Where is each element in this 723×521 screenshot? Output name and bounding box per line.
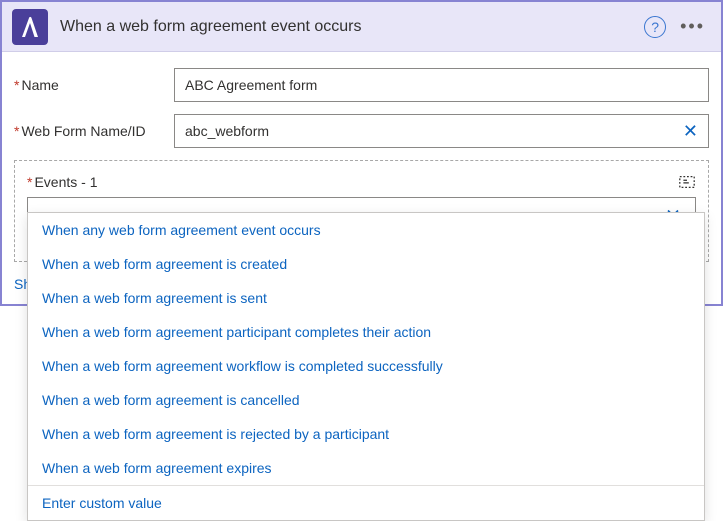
more-menu-icon[interactable]: ••• bbox=[680, 16, 705, 37]
event-option[interactable]: When any web form agreement event occurs bbox=[28, 213, 704, 247]
name-input[interactable]: ABC Agreement form bbox=[174, 68, 709, 102]
clear-icon[interactable]: ✕ bbox=[683, 121, 698, 142]
events-header: *Events - 1 bbox=[27, 173, 696, 191]
event-custom-value[interactable]: Enter custom value bbox=[28, 486, 704, 520]
event-option[interactable]: When a web form agreement is sent bbox=[28, 281, 704, 315]
help-icon[interactable]: ? bbox=[644, 16, 666, 38]
webform-field-row: *Web Form Name/ID abc_webform ✕ bbox=[14, 114, 709, 148]
name-input-value: ABC Agreement form bbox=[185, 77, 317, 93]
name-field-row: *Name ABC Agreement form bbox=[14, 68, 709, 102]
webform-input-value: abc_webform bbox=[185, 123, 269, 139]
event-option[interactable]: When a web form agreement participant co… bbox=[28, 315, 704, 349]
adobe-acrobat-icon bbox=[12, 9, 48, 45]
trigger-card: When a web form agreement event occurs ?… bbox=[0, 0, 723, 306]
events-label: *Events - 1 bbox=[27, 174, 97, 190]
event-option[interactable]: When a web form agreement expires bbox=[28, 451, 704, 485]
name-label: *Name bbox=[14, 77, 174, 93]
webform-input[interactable]: abc_webform ✕ bbox=[174, 114, 709, 148]
webform-label: *Web Form Name/ID bbox=[14, 123, 174, 139]
card-title: When a web form agreement event occurs bbox=[60, 18, 644, 36]
card-header: When a web form agreement event occurs ?… bbox=[2, 2, 721, 52]
event-option[interactable]: When a web form agreement is rejected by… bbox=[28, 417, 704, 451]
event-option[interactable]: When a web form agreement is cancelled bbox=[28, 383, 704, 417]
toggle-mode-icon[interactable] bbox=[678, 173, 696, 191]
event-option[interactable]: When a web form agreement is created bbox=[28, 247, 704, 281]
events-dropdown-panel: When any web form agreement event occurs… bbox=[27, 212, 705, 521]
event-option[interactable]: When a web form agreement workflow is co… bbox=[28, 349, 704, 383]
